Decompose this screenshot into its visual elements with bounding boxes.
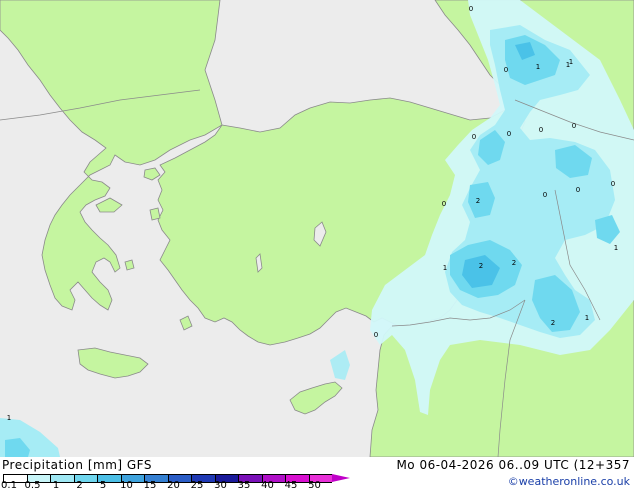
precipitation-map: 0110000002000122112101 — [0, 0, 634, 457]
footer: Precipitation [mm] GFS Mo 06-04-2026 06.… — [0, 457, 634, 491]
precip-point-label: 2 — [512, 259, 516, 267]
credit-link[interactable]: ©weatheronline.co.uk — [508, 475, 630, 489]
land-naxos — [124, 259, 135, 271]
precip-point-label: 0 — [572, 122, 576, 130]
precip-point-label: 0 — [507, 130, 511, 138]
precip-point-label: 0 — [442, 200, 446, 208]
land-chios — [149, 207, 161, 221]
legend-arrow-icon — [332, 474, 350, 482]
precip-point-label: 0 — [576, 186, 580, 194]
precip-point-label: 1 — [443, 264, 447, 272]
precip-point-label: 1 — [536, 63, 540, 71]
precip-point-label: 0 — [543, 191, 547, 199]
precip-point-label: 0 — [611, 180, 615, 188]
precip-point-label: 0 — [374, 331, 378, 339]
precip-point-label: 1 — [566, 61, 570, 69]
precip-point-label: 1 — [585, 314, 589, 322]
precip-point-label: 2 — [551, 319, 555, 327]
precip-point-label: 1 — [7, 414, 11, 422]
precip-point-label: 2 — [476, 197, 480, 205]
precip-point-label: 2 — [479, 262, 483, 270]
map-title: Precipitation [mm] GFS — [2, 458, 152, 472]
precip-point-label: 0 — [504, 66, 508, 74]
forecast-datetime: Mo 06-04-2026 06..09 UTC (12+357 — [396, 458, 630, 472]
precip-point-label: 0 — [539, 126, 543, 134]
precip-point-label: 0 — [469, 5, 473, 13]
precip-point-label: 1 — [614, 244, 618, 252]
precip-point-label: 0 — [472, 133, 476, 141]
